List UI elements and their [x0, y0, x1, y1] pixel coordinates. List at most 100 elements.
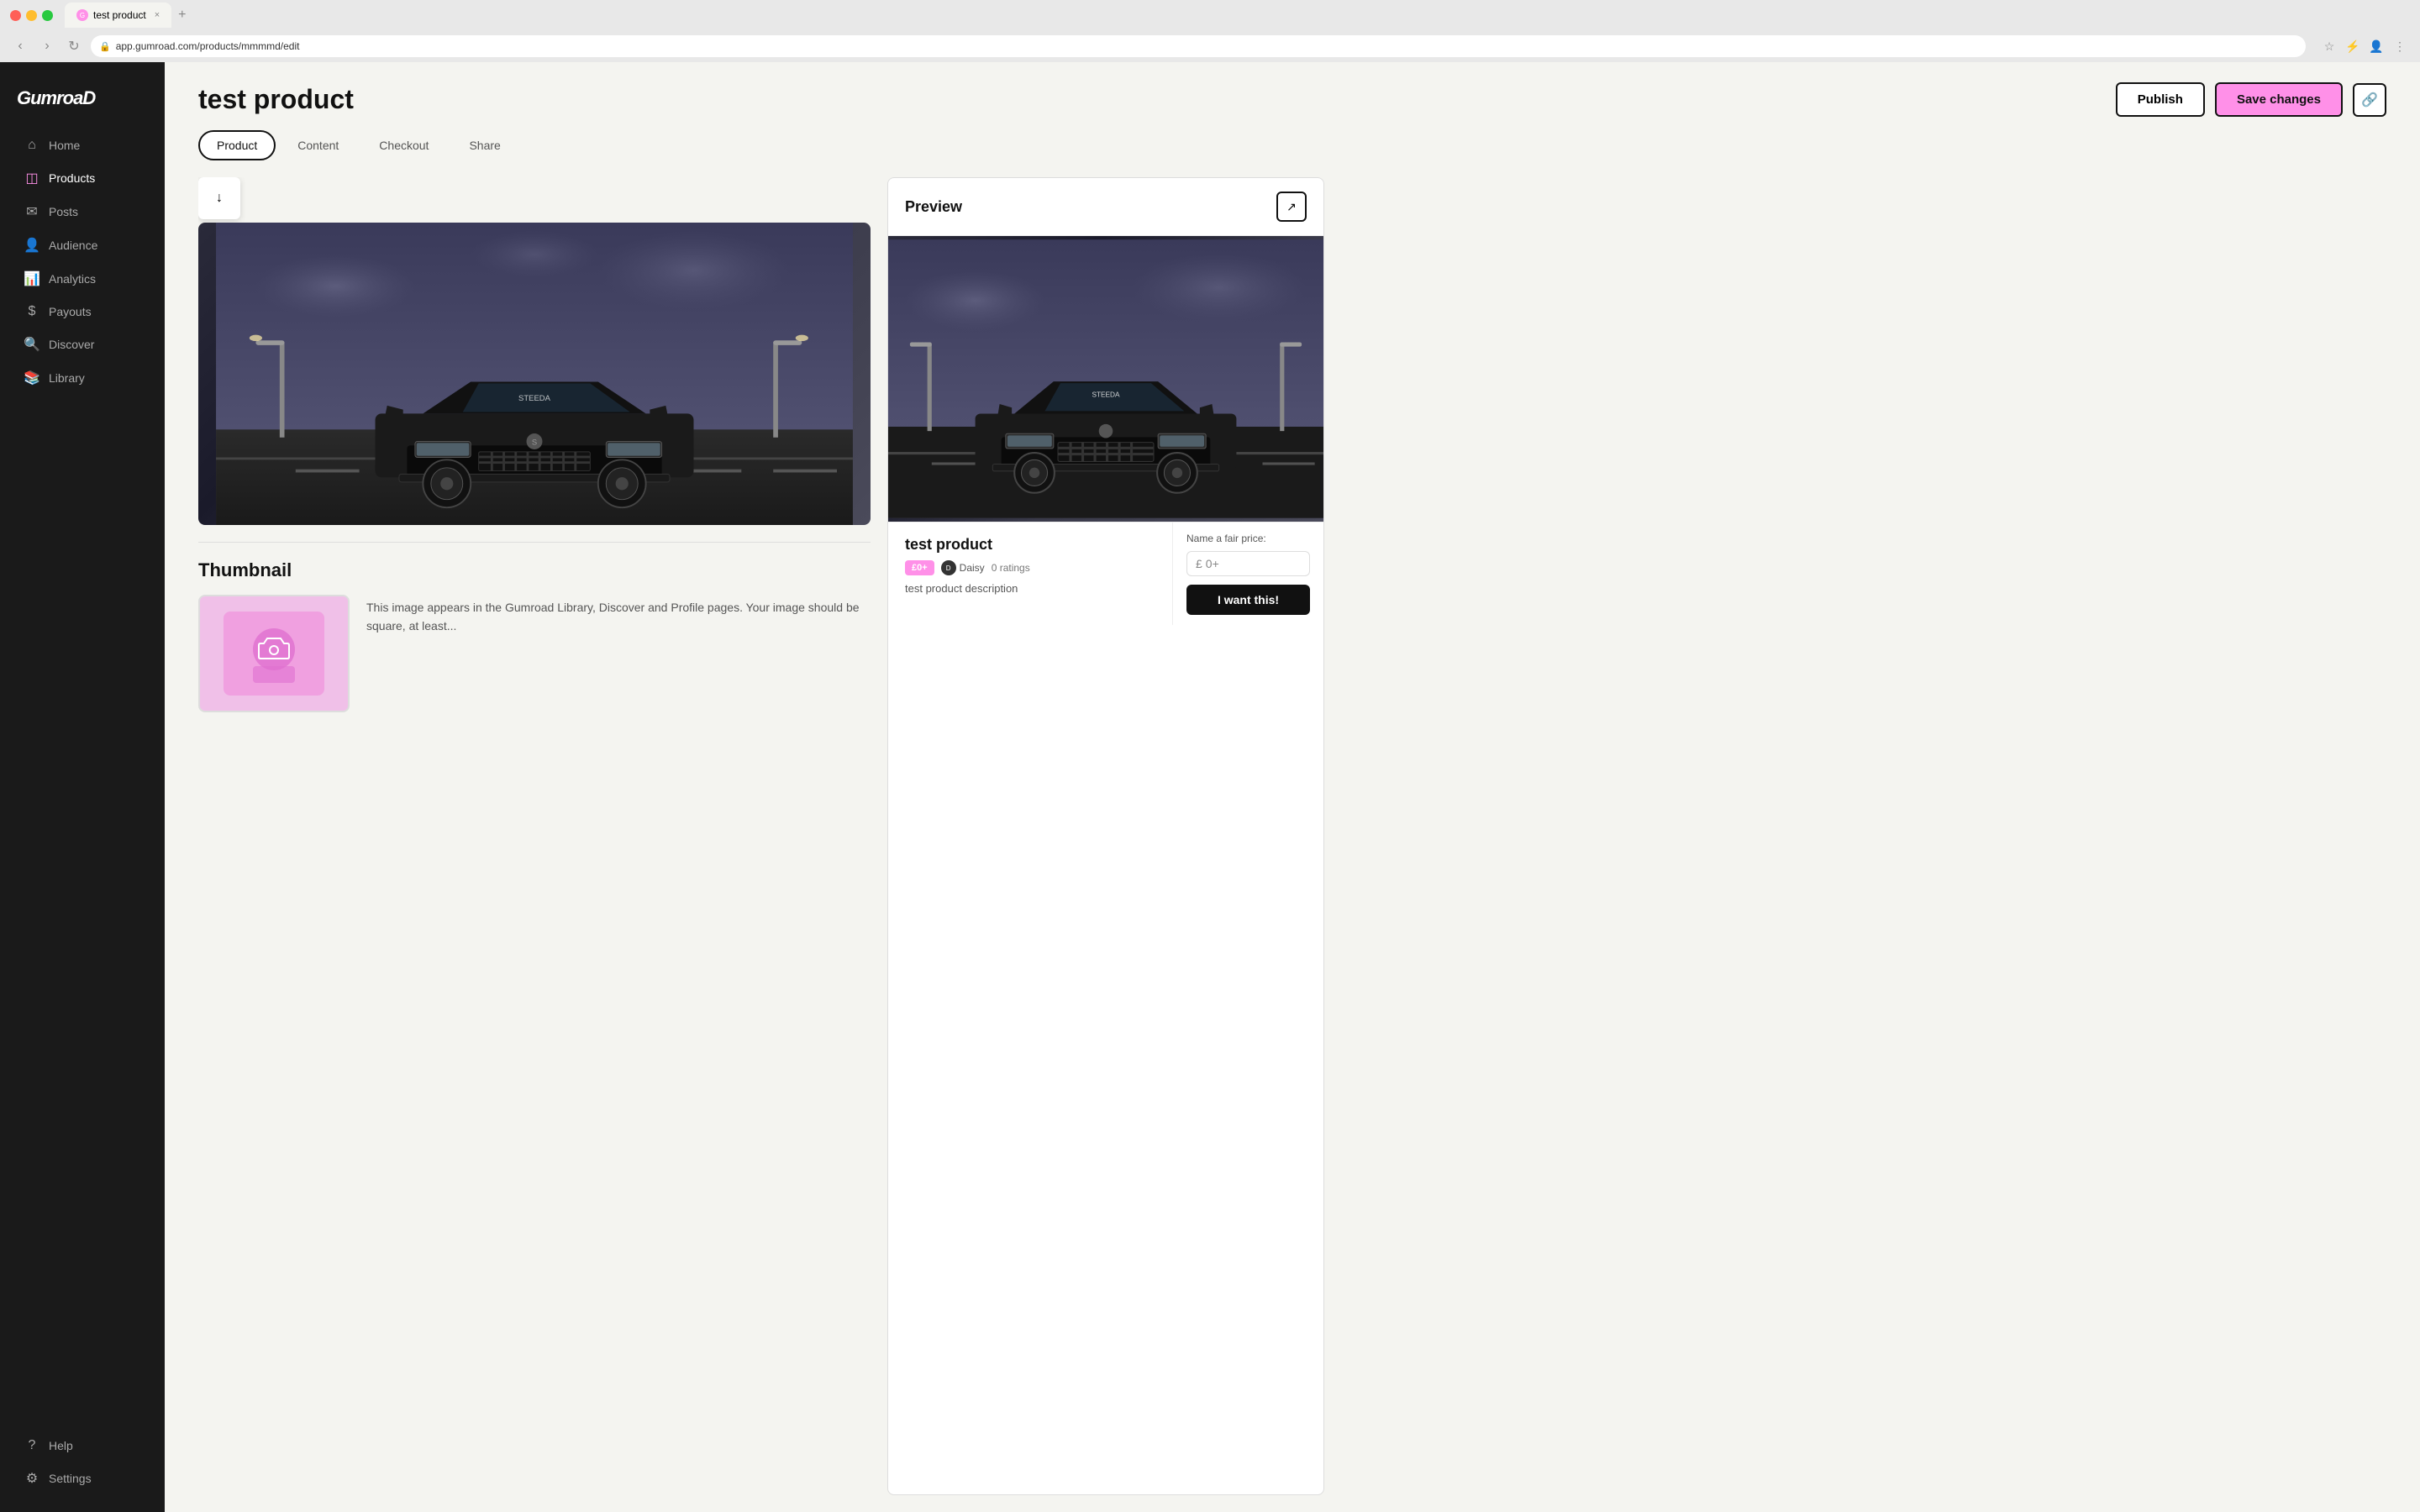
sidebar-item-home[interactable]: ⌂ Home — [7, 129, 158, 161]
preview-header: Preview ↗ — [888, 178, 1323, 236]
sidebar-item-label: Help — [49, 1439, 73, 1452]
url-text: app.gumroad.com/products/mmmmd/edit — [116, 40, 300, 52]
sidebar-item-library[interactable]: 📚 Library — [7, 361, 158, 395]
thumbnail-image-preview[interactable] — [198, 595, 350, 712]
sidebar-item-label: Library — [49, 371, 85, 385]
app: GumroaD ⌂ Home ◫ Products ✉ Posts 👤 Audi… — [0, 62, 2420, 1512]
image-section: ↓ — [198, 177, 871, 525]
profile-icon[interactable]: 👤 — [2366, 36, 2386, 56]
sidebar-item-label: Payouts — [49, 305, 92, 318]
preview-badges: £0+ D Daisy 0 ratings — [905, 560, 1155, 575]
preview-panel: Preview ↗ — [887, 177, 1324, 1495]
sidebar-item-audience[interactable]: 👤 Audience — [7, 228, 158, 262]
menu-icon[interactable]: ⋮ — [2390, 36, 2410, 56]
products-icon: ◫ — [24, 170, 40, 186]
svg-text:S: S — [532, 438, 537, 447]
content-area: ↓ — [165, 160, 2420, 1512]
copy-link-button[interactable]: 🔗 — [2353, 83, 2386, 117]
main-content: test product Publish Save changes 🔗 Prod… — [165, 62, 2420, 1512]
sidebar-item-label: Home — [49, 139, 80, 152]
browser-chrome: G test product × + ‹ › ↻ 🔒 app.gumroad.c… — [0, 0, 2420, 62]
sidebar-item-products[interactable]: ◫ Products — [7, 161, 158, 195]
seller-name: Daisy — [960, 562, 985, 574]
price-panel: Name a fair price: £ 0+ I want this! — [1172, 522, 1323, 625]
svg-text:STEEDA: STEEDA — [518, 394, 551, 403]
sidebar-item-label: Analytics — [49, 272, 96, 286]
discover-icon: 🔍 — [24, 336, 40, 353]
header-actions: Publish Save changes 🔗 — [2116, 82, 2386, 117]
sidebar-item-discover[interactable]: 🔍 Discover — [7, 328, 158, 361]
maximize-window-button[interactable] — [42, 10, 53, 21]
forward-button[interactable]: › — [37, 36, 57, 56]
thumbnail-description: This image appears in the Gumroad Librar… — [366, 595, 871, 636]
browser-actions: ☆ ⚡ 👤 ⋮ — [2319, 36, 2410, 56]
ratings-badge: 0 ratings — [992, 562, 1030, 574]
minimize-window-button[interactable] — [26, 10, 37, 21]
tab-favicon: G — [76, 9, 88, 21]
audience-icon: 👤 — [24, 237, 40, 254]
product-image: S — [198, 223, 871, 525]
sidebar-item-label: Posts — [49, 205, 78, 218]
link-icon: 🔗 — [2361, 92, 2378, 108]
thumbnail-section-title: Thumbnail — [198, 559, 871, 581]
new-tab-button[interactable]: + — [178, 8, 186, 23]
product-image-container: S — [198, 223, 871, 525]
preview-description: test product description — [905, 582, 1155, 595]
editor-panel: ↓ — [198, 177, 887, 1495]
refresh-button[interactable]: ↻ — [64, 36, 84, 56]
address-bar: ‹ › ↻ 🔒 app.gumroad.com/products/mmmmd/e… — [0, 30, 2420, 62]
want-this-button[interactable]: I want this! — [1186, 585, 1310, 615]
back-button[interactable]: ‹ — [10, 36, 30, 56]
url-bar[interactable]: 🔒 app.gumroad.com/products/mmmmd/edit — [91, 35, 2306, 57]
payouts-icon: $ — [24, 304, 40, 319]
sidebar-item-help[interactable]: ? Help — [7, 1430, 158, 1462]
price-value: 0+ — [1206, 557, 1219, 570]
tab-checkout[interactable]: Checkout — [360, 130, 447, 160]
tab-close-button[interactable]: × — [155, 10, 160, 20]
save-changes-button[interactable]: Save changes — [2215, 82, 2343, 117]
active-tab[interactable]: G test product × — [65, 3, 171, 28]
home-icon: ⌂ — [24, 138, 40, 153]
lock-icon: 🔒 — [99, 41, 111, 52]
preview-open-button[interactable]: ↗ — [1276, 192, 1307, 222]
seller-badge: D Daisy — [941, 560, 985, 575]
preview-info-left: test product £0+ D Daisy 0 ratings test … — [888, 522, 1172, 625]
sidebar-item-payouts[interactable]: $ Payouts — [7, 296, 158, 328]
sidebar: GumroaD ⌂ Home ◫ Products ✉ Posts 👤 Audi… — [0, 62, 165, 1512]
sidebar-item-label: Discover — [49, 338, 94, 351]
preview-product-image: STEEDA — [888, 236, 1323, 522]
bookmark-icon[interactable]: ☆ — [2319, 36, 2339, 56]
extensions-icon[interactable]: ⚡ — [2343, 36, 2363, 56]
preview-title: Preview — [905, 198, 962, 216]
thumbnail-content: This image appears in the Gumroad Librar… — [198, 595, 871, 712]
tab-share[interactable]: Share — [450, 130, 518, 160]
section-divider — [198, 542, 871, 543]
window-controls — [10, 10, 53, 21]
tab-bar: G test product × + — [0, 0, 2420, 30]
sidebar-item-label: Settings — [49, 1472, 92, 1485]
sidebar-item-analytics[interactable]: 📊 Analytics — [7, 262, 158, 296]
external-link-icon: ↗ — [1286, 200, 1297, 214]
preview-product-details: test product £0+ D Daisy 0 ratings test … — [888, 522, 1323, 625]
svg-text:STEEDA: STEEDA — [1092, 391, 1120, 399]
price-input-field[interactable]: £ 0+ — [1186, 551, 1310, 576]
posts-icon: ✉ — [24, 203, 40, 220]
settings-icon: ⚙ — [24, 1470, 40, 1487]
close-window-button[interactable] — [10, 10, 21, 21]
library-icon: 📚 — [24, 370, 40, 386]
page-header: test product Publish Save changes 🔗 — [165, 62, 2420, 117]
sidebar-item-settings[interactable]: ⚙ Settings — [7, 1462, 158, 1495]
currency-symbol: £ — [1196, 557, 1202, 570]
sidebar-item-posts[interactable]: ✉ Posts — [7, 195, 158, 228]
price-label: Name a fair price: — [1186, 533, 1310, 544]
tab-product[interactable]: Product — [198, 130, 276, 160]
price-badge: £0+ — [905, 560, 934, 575]
preview-product-name: test product — [905, 536, 1155, 554]
scroll-down-button[interactable]: ↓ — [198, 177, 240, 219]
publish-button[interactable]: Publish — [2116, 82, 2205, 117]
tabs: Product Content Checkout Share — [165, 117, 2420, 160]
thumbnail-section: Thumbnail — [198, 559, 871, 712]
tab-content[interactable]: Content — [279, 130, 357, 160]
analytics-icon: 📊 — [24, 270, 40, 287]
logo: GumroaD — [0, 79, 165, 129]
